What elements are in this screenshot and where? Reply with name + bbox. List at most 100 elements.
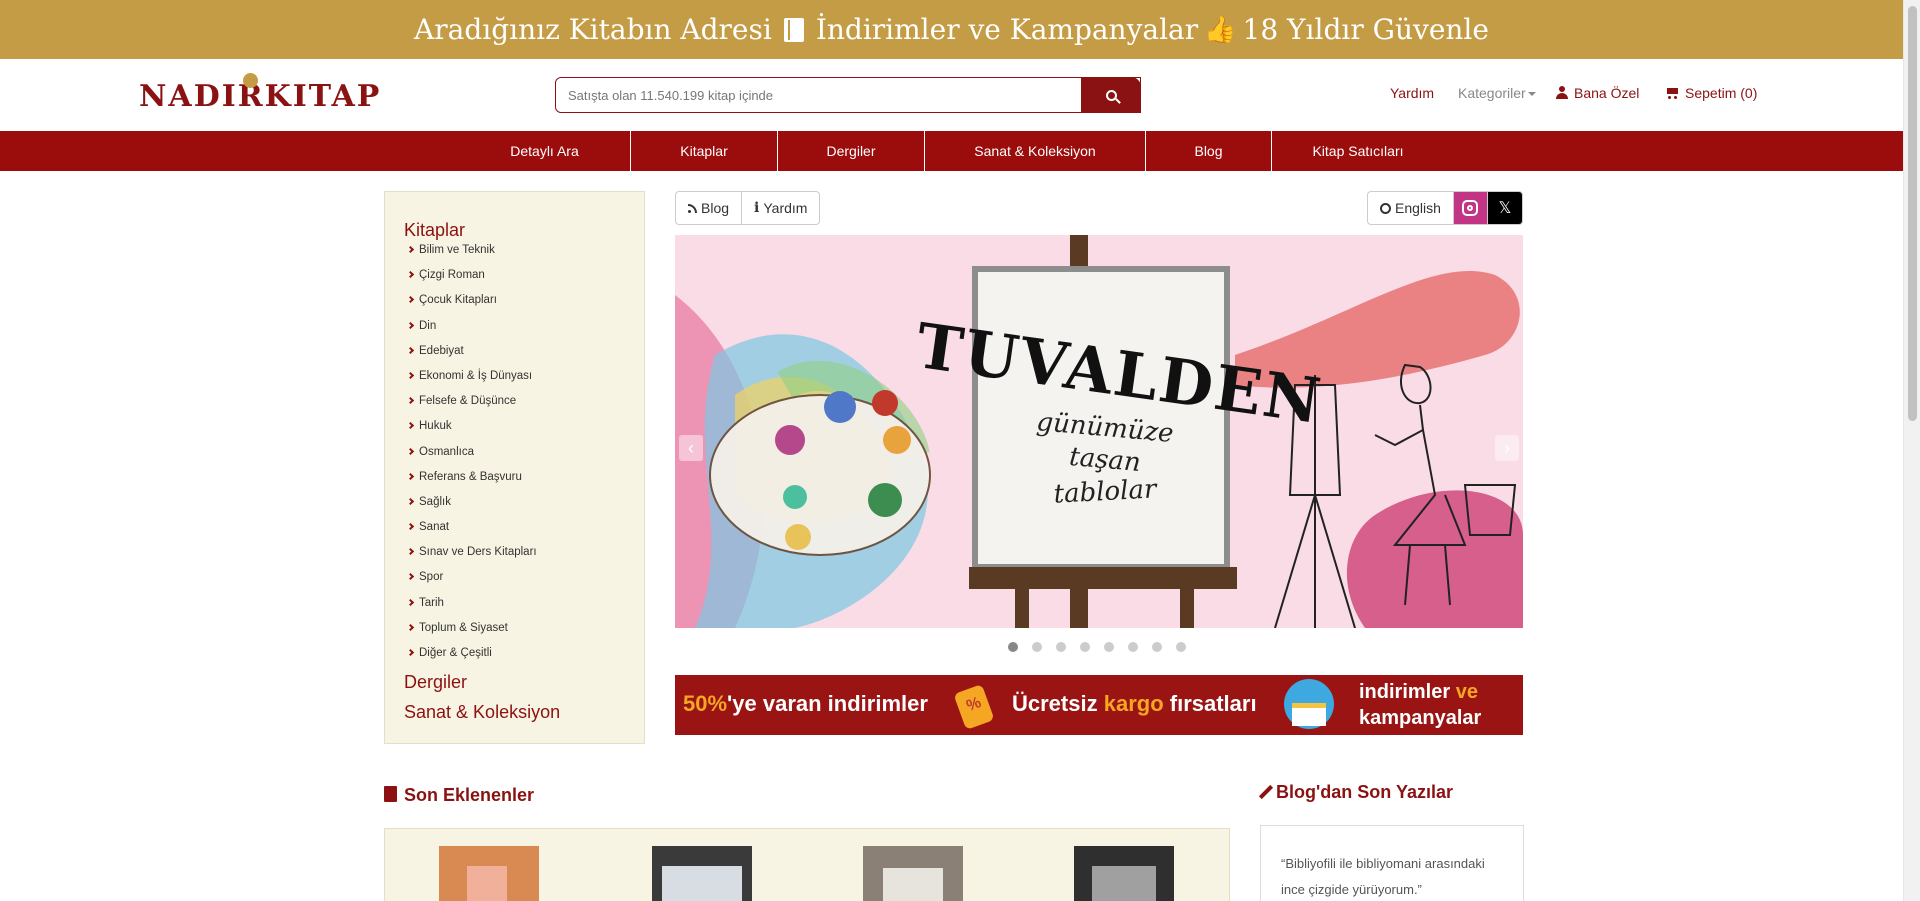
slider-prev-button[interactable]: ‹ <box>679 435 703 461</box>
banner-discount-label: 'ye varan indirimler <box>727 691 928 716</box>
banner-campaign-c: kampanyalar <box>1359 707 1482 729</box>
slider-dot[interactable] <box>1008 642 1018 652</box>
search-button[interactable] <box>1081 77 1141 113</box>
chevron-right-icon <box>406 397 415 405</box>
instagram-icon <box>1462 200 1479 216</box>
logo[interactable]: NADIRKITAP <box>139 73 381 114</box>
product-thumbnail[interactable] <box>652 846 752 901</box>
slider-dot[interactable] <box>1056 642 1066 652</box>
sidebar-item[interactable]: Tarih <box>406 596 537 622</box>
sidebar-item[interactable]: Spor <box>406 571 537 596</box>
slider-dot[interactable] <box>1152 642 1162 652</box>
chevron-right-icon <box>406 523 415 531</box>
sidebar-item-label: Bilim ve Teknik <box>419 244 495 256</box>
slider-dot[interactable] <box>1176 642 1186 652</box>
language-button[interactable]: English <box>1368 192 1454 224</box>
search-input[interactable] <box>556 78 1140 112</box>
blog-post-quote: “Bibliyofili ile bibliyomani arasındaki … <box>1281 856 1485 897</box>
chevron-right-icon <box>406 472 415 480</box>
promo-text-2: İndirimler ve Kampanyalar <box>815 13 1199 46</box>
shop-icon <box>1282 679 1336 731</box>
my-account-link[interactable]: Bana Özel <box>1556 85 1639 101</box>
promo-bar[interactable]: Aradığınız Kitabın Adresi İndirimler ve … <box>0 0 1903 59</box>
help-button-label: Yardım <box>763 200 808 216</box>
cart-icon <box>1665 87 1679 99</box>
sidebar-item-label: Osmanlıca <box>419 445 474 458</box>
nav-label: Kitap Satıcıları <box>1312 143 1404 159</box>
language-label: English <box>1395 200 1441 216</box>
sidebar-item[interactable]: Sağlık <box>406 496 537 521</box>
nav-label: Detaylı Ara <box>510 143 579 159</box>
chevron-right-icon <box>406 245 415 254</box>
chevron-right-icon <box>406 497 415 505</box>
slider-dot[interactable] <box>1080 642 1090 652</box>
sidebar-heading-magazines[interactable]: Dergiler <box>404 672 467 693</box>
social-links: English 𝕏 <box>1367 191 1523 225</box>
sidebar-item[interactable]: Sanat <box>406 521 537 546</box>
blog-post-card[interactable]: “Bibliyofili ile bibliyomani arasındaki … <box>1260 825 1524 901</box>
scrollbar[interactable] <box>1903 0 1920 901</box>
info-icon: i <box>754 200 760 216</box>
slider-dot[interactable] <box>1128 642 1138 652</box>
sidebar-item-label: Çocuk Kitapları <box>419 294 497 307</box>
recent-products <box>384 828 1230 901</box>
sidebar-heading-books[interactable]: Kitaplar <box>404 220 465 241</box>
blog-button[interactable]: Blog <box>676 192 743 224</box>
logo-dot-icon <box>243 73 258 88</box>
nav-item-blog[interactable]: Blog <box>1146 131 1272 171</box>
chevron-right-icon <box>406 548 415 556</box>
sidebar-item[interactable]: Din <box>406 320 537 345</box>
help-button[interactable]: i Yardım <box>742 192 819 224</box>
banner-percent: 50% <box>683 691 728 716</box>
category-sidebar: Kitaplar Bilim ve Teknik Çizgi Roman Çoc… <box>384 191 645 744</box>
sidebar-item[interactable]: Osmanlıca <box>406 445 537 471</box>
chevron-right-icon <box>406 573 415 581</box>
sidebar-item[interactable]: Çizgi Roman <box>406 269 537 294</box>
chevron-right-icon <box>406 371 415 379</box>
slider-dot[interactable] <box>1104 642 1114 652</box>
product-thumbnail[interactable] <box>1074 846 1174 901</box>
sidebar-item[interactable]: Hukuk <box>406 420 537 445</box>
product-thumbnail[interactable] <box>863 846 963 901</box>
sidebar-item[interactable]: Diğer & Çeşitli <box>406 647 537 672</box>
sidebar-item[interactable]: Edebiyat <box>406 344 537 370</box>
sidebar-heading-art[interactable]: Sanat & Koleksiyon <box>404 702 560 723</box>
blog-button-label: Blog <box>701 200 730 216</box>
scrollbar-thumb[interactable] <box>1908 6 1917 421</box>
sidebar-item[interactable]: Bilim ve Teknik <box>406 244 537 269</box>
sidebar-item-label: Tarih <box>419 596 444 609</box>
x-button[interactable]: 𝕏 <box>1487 192 1522 224</box>
slider-next-button[interactable]: › <box>1495 435 1519 461</box>
sidebar-item[interactable]: Ekonomi & İş Dünyası <box>406 370 537 395</box>
hero-slider[interactable]: TUVALDEN günümüze taşan tablolar ‹ › <box>675 235 1523 628</box>
sidebar-item[interactable]: Toplum & Siyaset <box>406 622 537 647</box>
promo-banner[interactable]: 50%'ye varan indirimler Ücretsiz kargo f… <box>675 675 1523 735</box>
banner-shipping-a: Ücretsiz <box>1012 691 1104 716</box>
slider-dot[interactable] <box>1032 642 1042 652</box>
categories-label: Kategoriler <box>1458 85 1526 101</box>
categories-dropdown[interactable]: Kategoriler <box>1458 85 1536 101</box>
instagram-button[interactable] <box>1453 192 1488 224</box>
banner-shipping-b: kargo <box>1103 691 1164 716</box>
cart-label: Sepetim (0) <box>1685 85 1758 101</box>
thumbs-up-icon: 👍 <box>1204 14 1237 45</box>
main-nav: Detaylı Ara Kitaplar Dergiler Sanat & Ko… <box>0 131 1903 171</box>
sidebar-item-label: Edebiyat <box>419 344 464 357</box>
product-thumbnail[interactable] <box>439 846 539 901</box>
help-link[interactable]: Yardım <box>1390 85 1434 101</box>
nav-item-art[interactable]: Sanat & Koleksiyon <box>925 131 1146 171</box>
nav-label: Sanat & Koleksiyon <box>974 143 1096 159</box>
sidebar-item[interactable]: Sınav ve Ders Kitapları <box>406 546 537 571</box>
sidebar-item[interactable]: Felsefe & Düşünce <box>406 395 537 420</box>
chevron-right-icon <box>406 321 415 329</box>
user-icon <box>1556 86 1568 99</box>
sidebar-item[interactable]: Çocuk Kitapları <box>406 294 537 319</box>
nav-item-magazines[interactable]: Dergiler <box>778 131 925 171</box>
nav-item-sellers[interactable]: Kitap Satıcıları <box>1272 131 1444 171</box>
sidebar-category-list: Bilim ve Teknik Çizgi Roman Çocuk Kitapl… <box>406 244 537 672</box>
promo-text-1: Aradığınız Kitabın Adresi <box>414 13 772 46</box>
sidebar-item[interactable]: Referans & Başvuru <box>406 471 537 496</box>
nav-item-books[interactable]: Kitaplar <box>631 131 778 171</box>
cart-link[interactable]: Sepetim (0) <box>1665 85 1757 101</box>
nav-item-detailed-search[interactable]: Detaylı Ara <box>459 131 631 171</box>
